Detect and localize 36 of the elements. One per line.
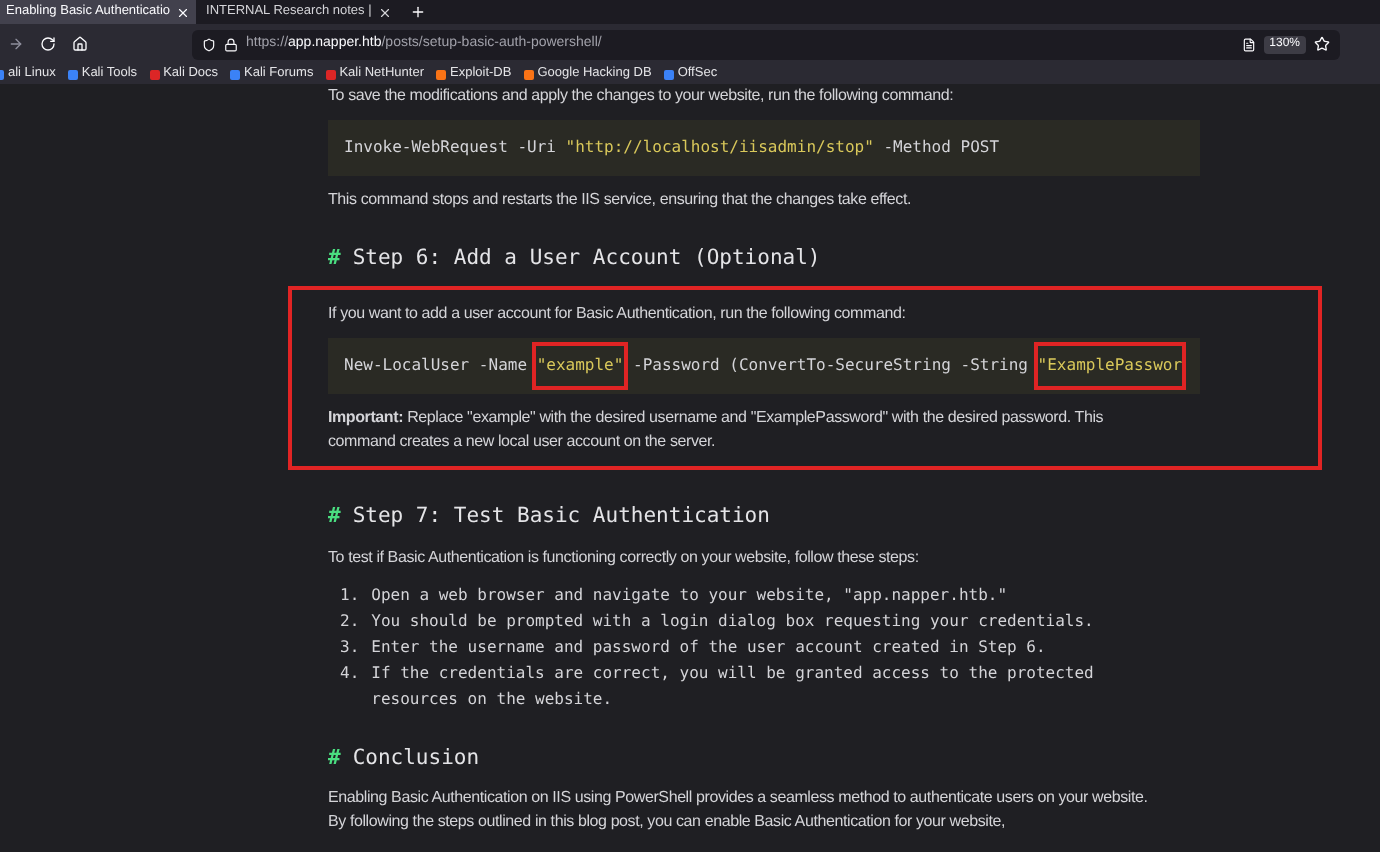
code-text: -Password (ConvertTo-SecureString -String <box>631 353 1030 378</box>
section-heading: Step 7: Test Basic Authentication <box>352 501 770 532</box>
code-string: "http://localhost/iisadmin/stop" <box>565 136 874 160</box>
list-number: 4. <box>340 661 360 685</box>
section-heading: Conclusion <box>352 743 480 773</box>
bookmark-star-icon[interactable] <box>1314 36 1330 52</box>
new-tab-icon[interactable] <box>409 4 426 20</box>
section-heading: Step 6: Add a User Account (Optional) <box>352 244 821 274</box>
list-item-text: Open a web browser and navigate to your website, "app.napper.htb." <box>371 583 1008 607</box>
forward-icon[interactable] <box>8 36 24 52</box>
shield-icon <box>202 37 216 51</box>
paragraph: Enabling Basic Authentication on IIS using PowerShell provides a seamless method to authenticate users on your website. By following the steps outlined in this blog post, you can enable Basic Authentication for your website, <box>328 786 1150 835</box>
code-text: Invoke-WebRequest -Uri <box>344 136 558 160</box>
heading-marker: # <box>328 501 341 532</box>
list-item-text: You should be prompted with a login dialog box requesting your credentials. <box>371 609 1094 633</box>
reader-view-icon[interactable] <box>1241 37 1256 51</box>
heading-marker: # <box>328 743 341 773</box>
code-text: New-LocalUser -Name <box>344 353 530 378</box>
heading-marker: # <box>328 244 341 274</box>
paragraph: To test if Basic Authentication is functioning correctly on your website, follow these steps: <box>328 545 921 569</box>
lock-icon <box>224 37 238 51</box>
code-string: "ExamplePasswor <box>1037 345 1183 386</box>
code-string: "example" <box>536 345 624 386</box>
reload-icon[interactable] <box>40 36 56 52</box>
paragraph: If you want to add a user account for Basic Authentication, run the following command: <box>328 301 908 326</box>
home-icon[interactable] <box>72 36 88 52</box>
paragraph: Important: Replace "example" with the desired username and "ExamplePassword" with the desired password. This command creates a new local user account on the server. <box>328 405 1106 454</box>
list-number: 2. <box>340 609 360 633</box>
list-item-text: Enter the username and password of the user account created in Step 6. <box>371 635 1046 659</box>
paragraph: To save the modifications and apply the changes to your website, run the following command: <box>328 84 956 108</box>
close-icon[interactable] <box>377 5 392 19</box>
list-item-text: If the credentials are correct, you will be granted access to the protected resources on the website. <box>371 661 1096 711</box>
list-number: 3. <box>340 635 360 659</box>
list-number: 1. <box>340 583 360 607</box>
code-text: -Method POST <box>881 136 1000 160</box>
paragraph: This command stops and restarts the IIS service, ensuring that the changes take effect. <box>328 188 914 212</box>
